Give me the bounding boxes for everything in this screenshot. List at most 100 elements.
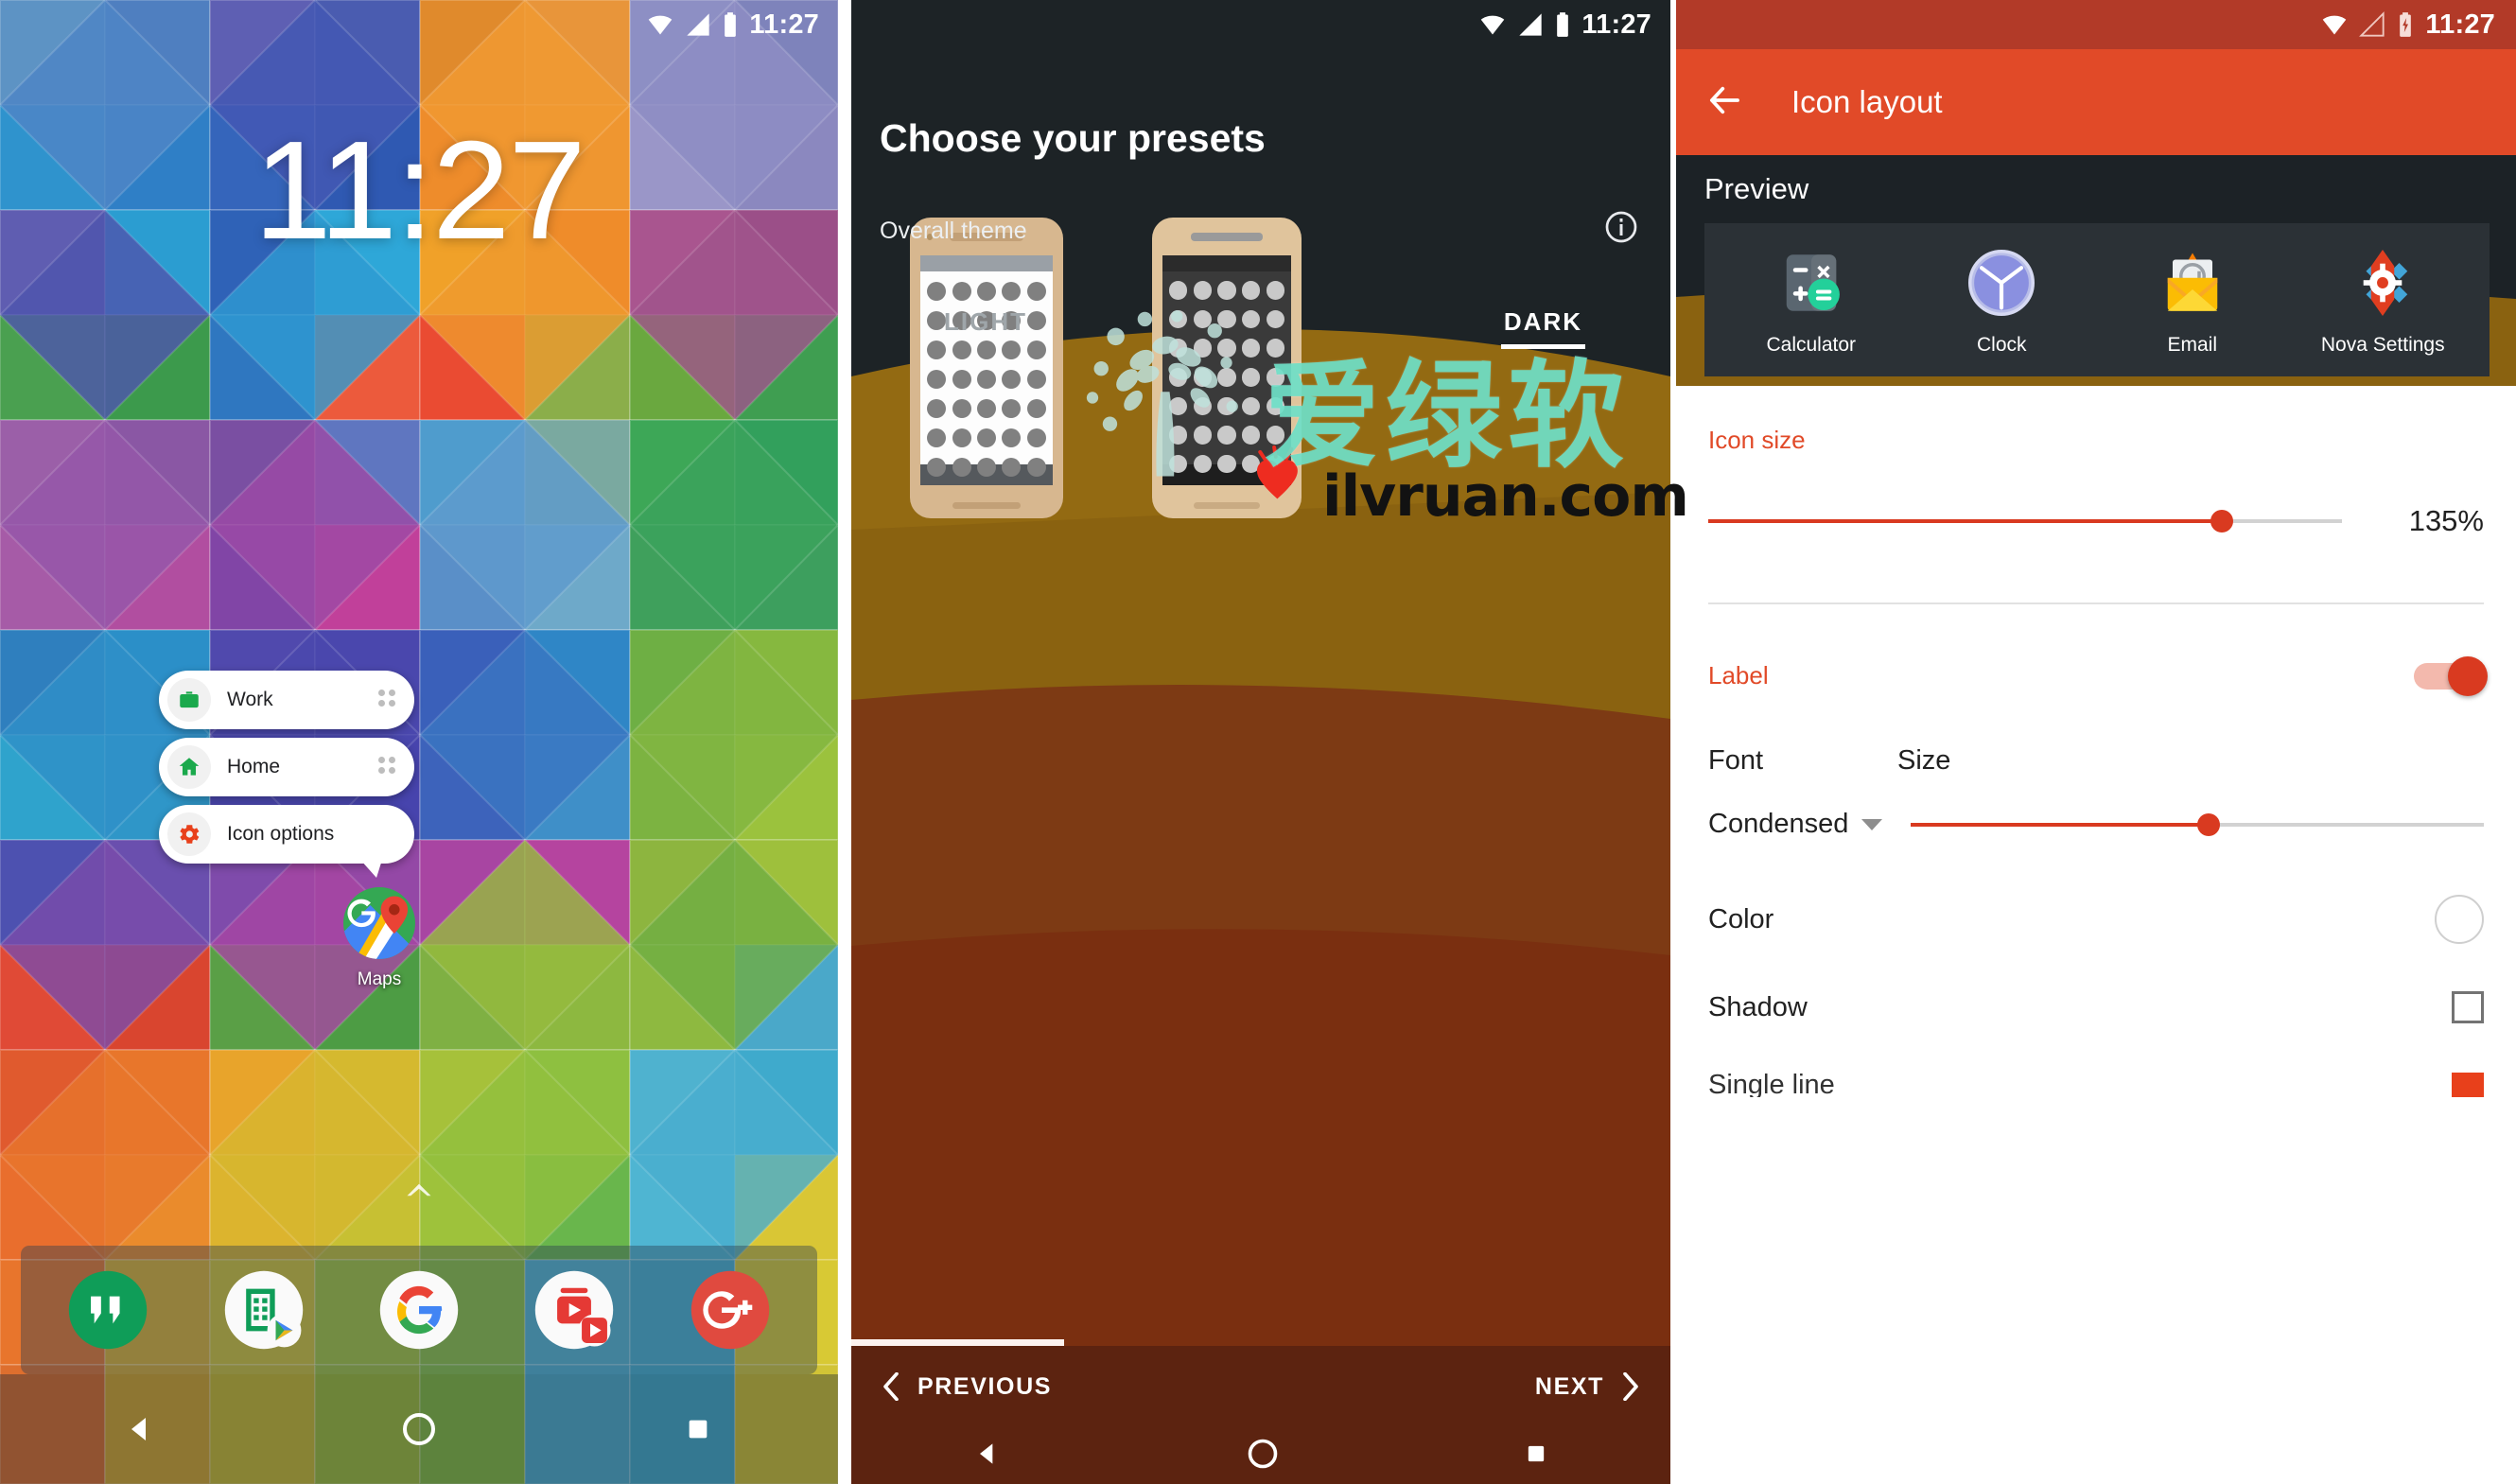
- iconlayout-statusbar: 11:27: [1676, 0, 2516, 49]
- previous-button[interactable]: PREVIOUS: [882, 1372, 1052, 1401]
- arrow-back-icon[interactable]: [1704, 80, 1744, 125]
- partial-row-checkbox[interactable]: [2452, 1073, 2484, 1097]
- chevron-left-icon: [883, 1372, 899, 1401]
- statusbar-time: 11:27: [1581, 9, 1651, 40]
- popup-item-icon-options[interactable]: Icon options: [159, 805, 414, 878]
- preview-app-label: Calculator: [1766, 334, 1857, 356]
- home-icon[interactable]: [1246, 1437, 1280, 1475]
- setting-icon-size-label: Icon size: [1708, 426, 1806, 454]
- signal-icon: [687, 13, 710, 36]
- dock-icon-google-plus[interactable]: [690, 1269, 771, 1351]
- info-icon[interactable]: [1604, 210, 1638, 249]
- icon-size-slider[interactable]: [1708, 510, 2342, 532]
- slider-fill: [1911, 822, 2210, 827]
- popup-item-label: Work: [227, 689, 273, 710]
- font-dropdown[interactable]: Condensed: [1708, 809, 1897, 840]
- preview-app-clock[interactable]: Clock: [1931, 243, 2072, 357]
- font-header: Font: [1708, 745, 1764, 776]
- slider-fill: [1708, 519, 2222, 523]
- size-header: Size: [1897, 745, 1951, 776]
- app-icon-maps[interactable]: Maps: [343, 887, 415, 990]
- color-swatch[interactable]: [2435, 895, 2484, 944]
- signal-empty-icon: [2359, 11, 2385, 37]
- slider-knob[interactable]: [2210, 510, 2233, 532]
- play-music-icon: [535, 1270, 614, 1350]
- dock-icon-play-music[interactable]: [533, 1269, 615, 1351]
- popup-item-home[interactable]: Home: [159, 738, 414, 796]
- setting-shadow-row[interactable]: Shadow: [1708, 991, 2484, 1023]
- shadow-label: Shadow: [1708, 991, 1808, 1022]
- setting-partial-row[interactable]: Single line: [1708, 1073, 2484, 1097]
- shadow-checkbox[interactable]: [2452, 991, 2484, 1023]
- icon-layout-settings-list: Icon size 135% Label Font Size Condensed…: [1676, 386, 2516, 1484]
- battery-icon: [1557, 12, 1569, 37]
- popup-item-work[interactable]: Work: [159, 671, 414, 729]
- hangouts-icon: [68, 1270, 148, 1350]
- clock-icon: [1968, 250, 2036, 316]
- wifi-icon: [1481, 15, 1505, 35]
- presets-title: Choose your presets: [880, 116, 1266, 160]
- label-toggle[interactable]: [2414, 655, 2488, 696]
- calculator-icon: [1786, 254, 1840, 311]
- wifi-icon: [2323, 15, 2347, 35]
- panel-choose-presets: 11:27 Choose your presets Overall theme …: [851, 0, 1670, 1484]
- tab-dark[interactable]: DARK: [1500, 307, 1586, 349]
- preview-card: Calculator Clock Email Nova Settings: [1704, 223, 2490, 376]
- statusbar-time: 11:27: [2425, 9, 2495, 40]
- onboarding-progress-bar: [851, 1339, 1065, 1346]
- back-icon[interactable]: [83, 1412, 197, 1446]
- battery-charging-icon: [2400, 12, 2412, 37]
- presets-navbar: [851, 1427, 1670, 1484]
- preview-app-nova-settings[interactable]: Nova Settings: [2312, 243, 2454, 357]
- recents-icon[interactable]: [1523, 1440, 1549, 1472]
- preview-area: Preview Calculator Clock Email Nova Sett…: [1676, 155, 2516, 386]
- tab-light[interactable]: LIGHT: [944, 307, 1027, 337]
- label-size-slider[interactable]: [1911, 812, 2484, 836]
- screenshot-stage: 11:27 11:27 Work Home Icon options Maps …: [0, 0, 2516, 1484]
- dock-icon-google[interactable]: [378, 1269, 460, 1351]
- theme-tabs: LIGHT DARK: [851, 307, 1670, 362]
- preview-app-label: Email: [2167, 334, 2217, 356]
- battery-icon: [725, 12, 737, 37]
- color-label: Color: [1708, 903, 1774, 934]
- presets-subtitle: Overall theme: [880, 218, 1027, 244]
- briefcase-icon: [167, 678, 211, 722]
- icon-size-value: 135%: [2408, 504, 2484, 537]
- preview-phone-light[interactable]: [910, 218, 1063, 518]
- house-icon: [167, 745, 211, 789]
- drag-handle-icon[interactable]: [378, 757, 399, 777]
- drag-handle-icon[interactable]: [378, 690, 399, 710]
- preview-app-label: Clock: [1976, 334, 2027, 356]
- preview-app-calculator[interactable]: Calculator: [1740, 243, 1882, 357]
- back-icon[interactable]: [972, 1439, 1003, 1474]
- sheets-play-icon: [224, 1270, 303, 1350]
- page-title: Icon layout: [1791, 84, 1943, 119]
- preview-app-label: Nova Settings: [2320, 334, 2445, 356]
- home-statusbar: 11:27: [0, 0, 838, 49]
- preview-app-email[interactable]: Email: [2122, 243, 2263, 357]
- statusbar-time: 11:27: [749, 9, 819, 40]
- google-g-icon: [379, 1270, 459, 1350]
- divider: [1708, 602, 2484, 604]
- icon-popup-menu: Work Home Icon options: [159, 671, 414, 878]
- signal-icon: [1519, 13, 1543, 36]
- setting-color-row[interactable]: Color: [1708, 895, 2484, 944]
- next-button[interactable]: NEXT: [1535, 1372, 1640, 1401]
- dock-icon-sheets[interactable]: [223, 1269, 305, 1351]
- panel-icon-layout: 11:27 Icon layout Preview Calculator Clo…: [1676, 0, 2516, 1484]
- dock-icon-hangouts[interactable]: [67, 1269, 149, 1351]
- home-icon[interactable]: [362, 1410, 476, 1448]
- font-value: Condensed: [1708, 809, 1849, 839]
- home-navbar: [0, 1374, 838, 1484]
- preview-section-label: Preview: [1704, 172, 1809, 205]
- chevron-right-icon: [1623, 1372, 1638, 1401]
- slider-knob[interactable]: [2197, 812, 2221, 836]
- wifi-icon: [649, 15, 673, 35]
- preview-phone-dark[interactable]: [1152, 218, 1302, 518]
- recents-icon[interactable]: [641, 1414, 755, 1444]
- setting-label-row[interactable]: Label: [1708, 655, 2488, 696]
- google-maps-icon: [343, 887, 415, 959]
- gear-icon: [167, 812, 211, 856]
- page-indicator-chevron: [0, 1180, 838, 1203]
- font-size-controls-row: Condensed: [1708, 809, 2484, 840]
